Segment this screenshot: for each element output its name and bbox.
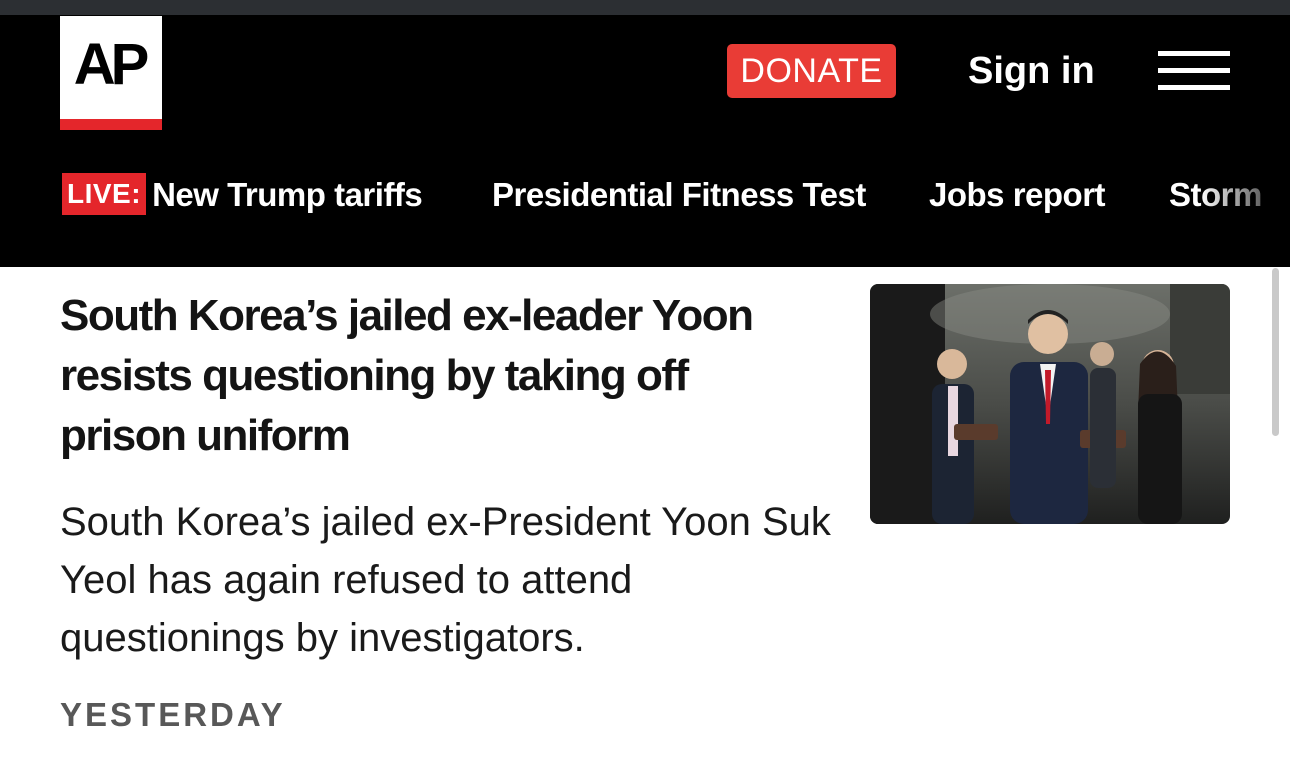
article-photo[interactable]: [870, 284, 1230, 524]
trending-nav: LIVE: New Trump tariffs Presidential Fitn…: [0, 170, 1290, 220]
donate-button[interactable]: DONATE: [727, 44, 896, 98]
nav-item-label: New Trump tariffs: [152, 176, 423, 213]
scrollbar[interactable]: [1272, 268, 1279, 436]
logo-text: AP: [73, 32, 150, 97]
photo-illustration: [870, 284, 1230, 524]
ap-logo[interactable]: AP: [60, 16, 162, 130]
article-timestamp: YESTERDAY: [60, 696, 286, 733]
nav-item-storm[interactable]: Storm: [1169, 170, 1262, 220]
hamburger-menu-icon[interactable]: [1158, 48, 1230, 94]
site-header: AP DONATE Sign in LIVE: New Trump tariffs…: [0, 15, 1290, 267]
top-strip: [0, 0, 1290, 15]
nav-item-jobs-report[interactable]: Jobs report: [929, 170, 1106, 220]
menu-bar: [1158, 68, 1230, 73]
live-badge: LIVE:: [62, 173, 147, 215]
article-summary: South Korea’s jailed ex-President Yoon S…: [60, 500, 831, 660]
article-headline[interactable]: South Korea’s jailed ex-leader Yoon resi…: [60, 286, 820, 466]
nav-item-fitness-test[interactable]: Presidential Fitness Test: [492, 170, 866, 220]
menu-bar: [1158, 51, 1230, 56]
menu-bar: [1158, 85, 1230, 90]
nav-item-live-tariffs[interactable]: LIVE: New Trump tariffs: [62, 170, 423, 220]
sign-in-link[interactable]: Sign in: [968, 45, 1095, 97]
